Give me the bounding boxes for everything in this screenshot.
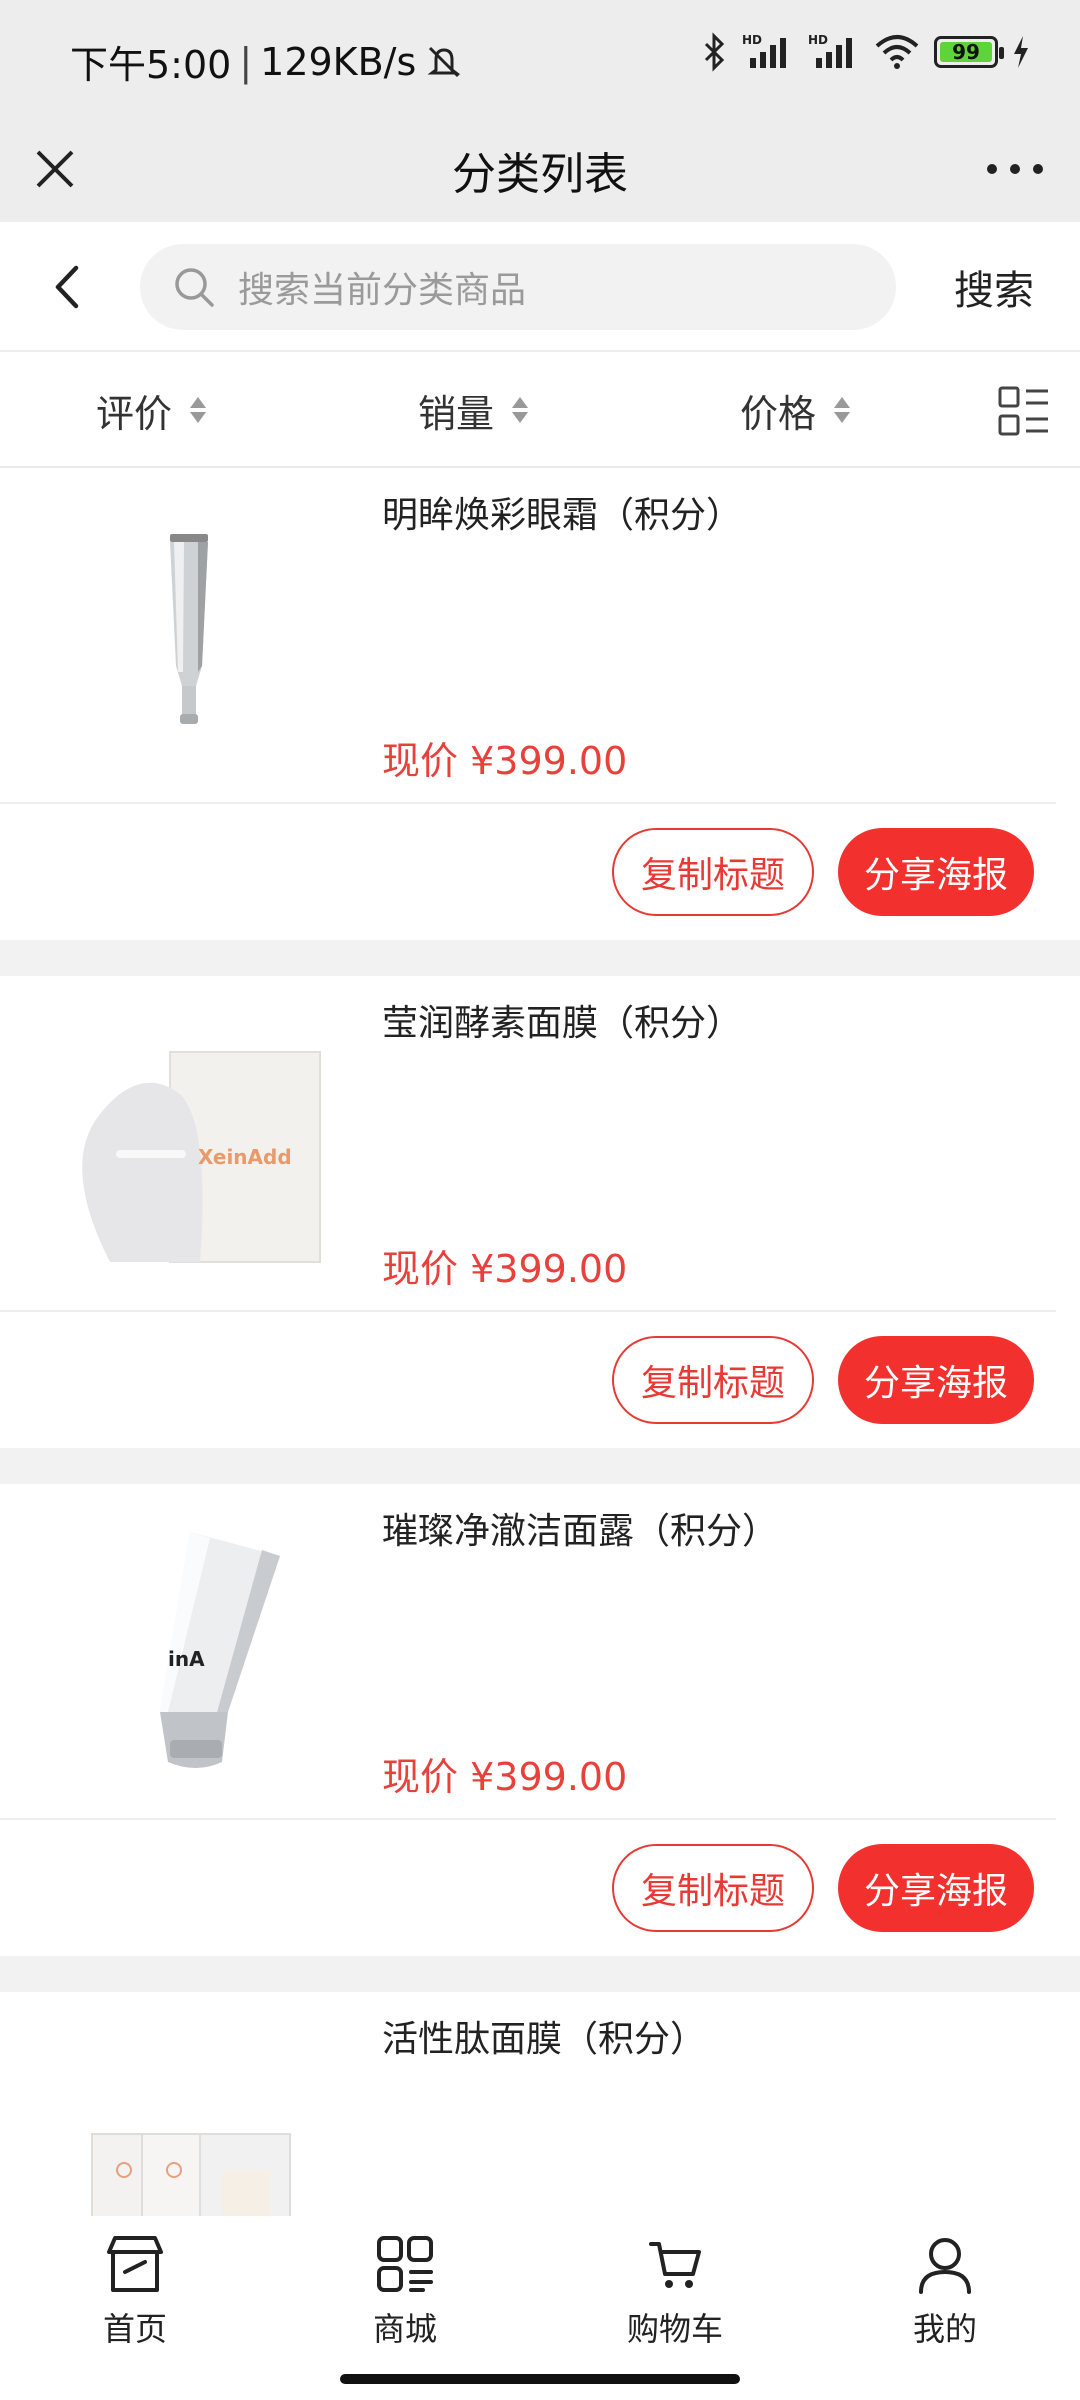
product-name[interactable]: 明眸焕彩眼霜（积分） xyxy=(382,486,742,538)
user-icon xyxy=(919,2238,971,2294)
search-icon xyxy=(175,268,214,307)
status-right: HD HD 99 xyxy=(702,32,1030,72)
search-placeholder: 搜索当前分类商品 xyxy=(238,270,527,311)
tab-home[interactable]: 首页 xyxy=(0,2216,270,2356)
battery-level: 99 xyxy=(952,40,980,64)
price-value: ¥399.00 xyxy=(470,1755,628,1799)
more-icon[interactable] xyxy=(980,144,1050,194)
bluetooth-icon xyxy=(704,32,725,72)
mute-icon xyxy=(427,46,461,77)
category-grid-icon xyxy=(377,2236,433,2292)
home-indicator-pill[interactable] xyxy=(340,2374,740,2384)
divider xyxy=(0,802,1056,804)
wifi-icon xyxy=(875,35,919,69)
price-value: ¥399.00 xyxy=(470,739,628,783)
copy-title-button[interactable]: 复制标题 xyxy=(612,1844,814,1932)
list-view-toggle-icon[interactable] xyxy=(998,386,1050,438)
sort-arrows-icon xyxy=(834,397,851,423)
home-indicator xyxy=(0,2356,1080,2400)
tab-mall-label: 商城 xyxy=(372,2310,437,2348)
sort-rating[interactable]: 评价 xyxy=(96,352,207,468)
tab-cart[interactable]: 购物车 xyxy=(540,2216,810,2356)
tab-bar: 首页 商城 购物车 我的 xyxy=(0,2216,1080,2356)
product-name[interactable]: 璀璨净澈洁面露（积分） xyxy=(382,1502,778,1554)
signal-hd-icon: HD xyxy=(742,33,786,68)
divider xyxy=(0,1818,1056,1820)
status-time: 下午5:00 xyxy=(70,43,232,87)
tab-mall[interactable]: 商城 xyxy=(270,2216,540,2356)
sort-rating-label: 评价 xyxy=(96,391,173,436)
tab-home-label: 首页 xyxy=(102,2310,167,2348)
charging-icon xyxy=(1014,36,1028,68)
product-card[interactable]: inA 璀璨净澈洁面露（积分） 现价 ¥399.00 复制标题 分享海报 xyxy=(0,1484,1080,1956)
svg-text:inA: inA xyxy=(168,1647,205,1671)
share-poster-button[interactable]: 分享海报 xyxy=(838,1336,1034,1424)
copy-title-button[interactable]: 复制标题 xyxy=(612,1336,814,1424)
search-input[interactable]: 搜索当前分类商品 xyxy=(140,244,896,330)
sort-sales[interactable]: 销量 xyxy=(418,352,529,468)
share-poster-button[interactable]: 分享海报 xyxy=(838,1844,1034,1932)
search-bar: 搜索当前分类商品 搜索 xyxy=(0,222,1080,352)
product-image[interactable] xyxy=(50,496,330,776)
svg-text:HD: HD xyxy=(808,33,828,47)
search-button[interactable]: 搜索 xyxy=(954,222,1034,352)
signal-hd-icon: HD xyxy=(808,33,852,68)
product-price: 现价 ¥399.00 xyxy=(382,1238,627,1293)
tab-cart-label: 购物车 xyxy=(626,2310,723,2348)
sort-bar: 评价 销量 价格 xyxy=(0,352,1080,468)
back-icon[interactable] xyxy=(44,262,94,312)
product-image[interactable]: inA xyxy=(50,1512,330,1792)
product-image[interactable]: XeinAdd xyxy=(50,1004,330,1284)
tab-mine[interactable]: 我的 xyxy=(810,2216,1080,2356)
share-poster-button[interactable]: 分享海报 xyxy=(838,828,1034,916)
price-prefix: 现价 xyxy=(382,1755,459,1799)
page-title: 分类列表 xyxy=(452,149,628,200)
product-name[interactable]: 活性肽面膜（积分） xyxy=(382,2010,706,2062)
status-bar: 下午5:00 | 129KB/s HD HD 99 xyxy=(0,0,1080,118)
price-prefix: 现价 xyxy=(382,739,459,783)
product-card[interactable]: 明眸焕彩眼霜（积分） 现价 ¥399.00 复制标题 分享海报 xyxy=(0,468,1080,940)
product-card[interactable]: XeinAdd 莹润酵素面膜（积分） 现价 ¥399.00 复制标题 分享海报 xyxy=(0,976,1080,1448)
sort-sales-label: 销量 xyxy=(418,391,495,436)
title-bar: 分类列表 xyxy=(0,118,1080,222)
product-name[interactable]: 莹润酵素面膜（积分） xyxy=(382,994,742,1046)
battery-icon: 99 xyxy=(934,36,1004,68)
status-left: 下午5:00 | 129KB/s xyxy=(70,34,464,89)
sort-price-label: 价格 xyxy=(740,391,817,436)
cart-icon xyxy=(649,2242,701,2288)
product-price: 现价 ¥399.00 xyxy=(382,730,627,785)
copy-title-button[interactable]: 复制标题 xyxy=(612,828,814,916)
storefront-icon xyxy=(107,2236,163,2292)
sort-arrows-icon xyxy=(190,397,207,423)
network-speed: 129KB/s xyxy=(260,39,417,84)
divider xyxy=(0,1310,1056,1312)
svg-text:XeinAdd: XeinAdd xyxy=(198,1145,292,1169)
product-price: 现价 ¥399.00 xyxy=(382,1746,627,1801)
sort-arrows-icon xyxy=(512,397,529,423)
sort-price[interactable]: 价格 xyxy=(740,352,851,468)
tab-mine-label: 我的 xyxy=(912,2310,977,2348)
price-value: ¥399.00 xyxy=(470,1247,628,1291)
price-prefix: 现价 xyxy=(382,1247,459,1291)
svg-text:HD: HD xyxy=(742,33,762,47)
